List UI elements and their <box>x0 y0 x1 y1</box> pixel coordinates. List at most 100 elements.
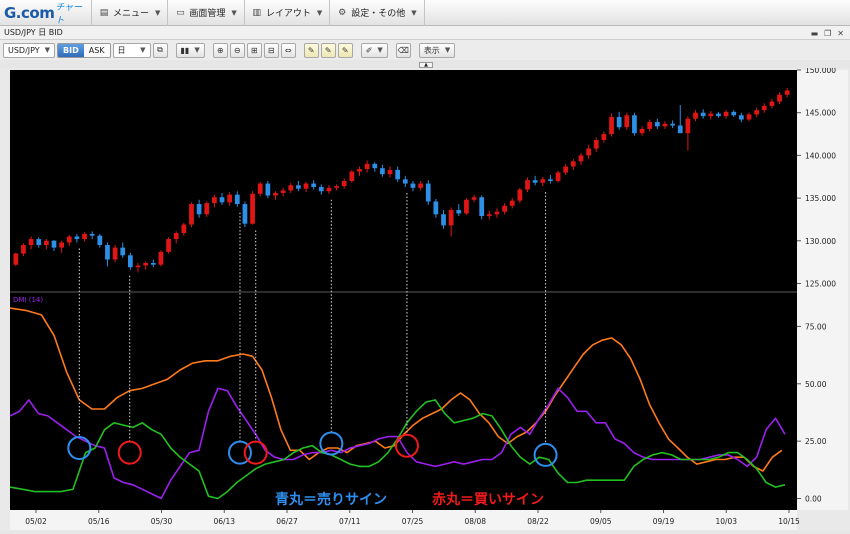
x-tick-label: 06/13 <box>213 517 235 526</box>
candle-body <box>227 194 233 203</box>
menu-label: メニュー <box>113 9 150 19</box>
x-tick-label: 05/02 <box>25 517 47 526</box>
candle-body <box>441 214 446 226</box>
chart-toolbar: USD/JPY ▼ BID ASK 日 ▼ ⧉ ▮▮ ▼ ⊕ ⊖ ⊞ ⊟ ⇔ ✎… <box>0 40 850 60</box>
candle-body <box>402 179 408 184</box>
candle-body <box>173 233 179 240</box>
chevron-down-icon: ▼ <box>140 46 146 54</box>
candle-body <box>693 112 698 119</box>
candle-body <box>731 111 737 116</box>
candle-body <box>28 239 34 246</box>
candle-body <box>578 155 584 162</box>
menu-button[interactable]: ▤ メニュー ▼ <box>92 0 169 26</box>
price-tick-label: 150.000 <box>805 68 836 75</box>
zoom-out-icon[interactable]: ⊖ <box>229 42 245 58</box>
x-tick-label: 08/22 <box>527 517 549 526</box>
candle-body <box>593 140 599 149</box>
candle-body <box>723 111 729 117</box>
candle-body <box>754 110 759 115</box>
candle-body <box>288 185 294 191</box>
candle-body <box>464 199 469 214</box>
candle-body <box>89 233 95 236</box>
buy-signal-legend: 赤丸＝買いサイン <box>432 491 544 508</box>
candle-body <box>112 247 118 260</box>
copy-icon[interactable]: ⧉ <box>152 42 168 58</box>
candle-body <box>372 163 378 169</box>
candle-body <box>66 236 72 243</box>
x-tick-label: 07/11 <box>339 517 361 526</box>
grid-icon[interactable]: ⊞ <box>246 42 262 58</box>
candle-body <box>59 242 65 248</box>
candle-body <box>502 205 507 212</box>
candle-body <box>181 224 187 234</box>
candle-body <box>120 247 126 256</box>
candle-body <box>624 115 630 128</box>
candle-body <box>380 168 385 175</box>
display-label: 表示 <box>423 45 440 55</box>
candle-body <box>716 113 721 117</box>
candle-body <box>189 204 194 225</box>
chart-window-title: USD/JPY 日 BID <box>4 28 63 37</box>
chart-type-button[interactable]: ▮▮ ▼ <box>175 42 205 58</box>
period-select[interactable]: 日 ▼ <box>112 42 151 58</box>
candle-body <box>387 169 393 175</box>
candle-body <box>654 122 660 127</box>
candle-body <box>677 125 683 134</box>
symbol-select[interactable]: USD/JPY ▼ <box>3 42 55 58</box>
settings-label: 設定・その他 <box>351 9 406 19</box>
candle-body <box>166 239 171 252</box>
display-button[interactable]: 表示 ▼ <box>418 42 456 58</box>
candle-body <box>639 128 645 134</box>
candle-body <box>326 187 332 192</box>
layout-button[interactable]: ▥ レイアウト ▼ <box>245 0 331 26</box>
screen-management-button[interactable]: ▭ 画面管理 ▼ <box>168 0 245 26</box>
candle-body <box>257 183 263 194</box>
candle-body <box>517 189 523 201</box>
eraser-icon[interactable]: ⌫ <box>395 42 411 58</box>
candle-body <box>204 203 210 215</box>
candle-body <box>548 179 553 181</box>
logo-main-text: G.com <box>4 3 55 22</box>
zoom-in-icon[interactable]: ⊕ <box>212 42 228 58</box>
candle-body <box>341 181 347 187</box>
price-tick-label: 145.000 <box>805 109 836 118</box>
candle-body <box>769 101 775 106</box>
x-tick-label: 09/05 <box>590 517 612 526</box>
x-tick-label: 07/25 <box>402 517 424 526</box>
pen-tool-button[interactable]: ✐ ▼ <box>360 42 388 58</box>
logo-sub-text: チャート <box>55 2 83 26</box>
drawing-tool-3-icon[interactable]: ✎ <box>337 42 353 58</box>
candle-body <box>471 197 477 200</box>
candle-body <box>128 255 133 268</box>
sell-signal-legend: 青丸＝売りサイン <box>275 491 387 508</box>
fit-icon[interactable]: ⇔ <box>280 42 296 58</box>
split-icon[interactable]: ⊟ <box>263 42 279 58</box>
close-icon[interactable]: ✕ <box>837 29 844 38</box>
app-logo[interactable]: G.com チャート <box>0 0 92 26</box>
candle-body <box>700 112 706 117</box>
candle-body <box>410 183 416 188</box>
chart-window-titlebar: USD/JPY 日 BID ▬ ❐ ✕ <box>0 26 850 40</box>
candle-body <box>51 240 57 248</box>
candle-body <box>21 245 26 254</box>
settings-button[interactable]: ⚙ 設定・その他 ▼ <box>330 0 425 26</box>
candle-body <box>486 214 492 217</box>
candle-body <box>364 163 370 170</box>
candle-body <box>150 262 156 265</box>
candle-body <box>532 180 538 183</box>
drawing-tool-1-icon[interactable]: ✎ <box>303 42 319 58</box>
minimize-icon[interactable]: ▬ <box>811 29 819 38</box>
candle-body <box>494 211 500 215</box>
drawing-tool-2-icon[interactable]: ✎ <box>320 42 336 58</box>
x-tick-label: 08/08 <box>464 517 486 526</box>
bid-button[interactable]: BID <box>58 43 84 57</box>
ask-button[interactable]: ASK <box>83 43 110 57</box>
dmi-panel-background <box>10 292 797 510</box>
chevron-down-icon: ▼ <box>231 8 237 17</box>
x-tick-label: 05/30 <box>151 517 173 526</box>
candle-body <box>563 166 569 173</box>
candle-body <box>97 235 103 246</box>
candle-body <box>601 134 607 141</box>
document-icon: ▤ <box>99 7 109 18</box>
restore-icon[interactable]: ❐ <box>824 29 831 38</box>
